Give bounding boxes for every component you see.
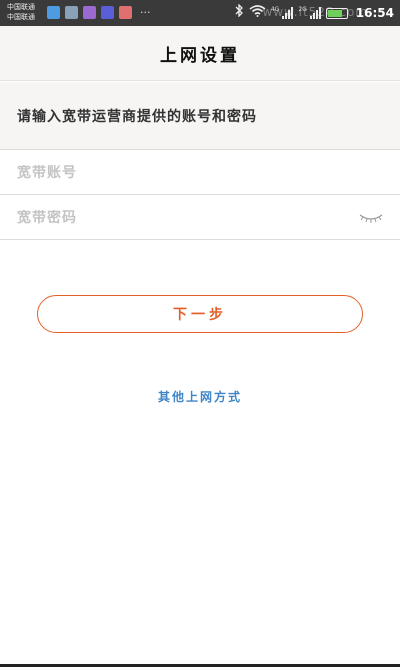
store-app-icon: [119, 6, 132, 19]
signal-1-icon: [282, 7, 294, 19]
status-bar: 中国联通 中国联通 ··· www.it528.com 4G 2G 16:54: [0, 0, 400, 26]
page-title: 上网设置: [160, 45, 240, 66]
signal-1-tag: 4G: [270, 5, 280, 13]
gallery-app-icon: [65, 6, 78, 19]
other-connection-methods-link[interactable]: 其他上网方式: [0, 388, 400, 405]
next-step-button[interactable]: 下一步: [37, 295, 363, 333]
instruction-panel: 请输入宽带运营商提供的账号和密码: [0, 82, 400, 150]
account-field-row: [0, 151, 400, 195]
instruction-text: 请输入宽带运营商提供的账号和密码: [17, 108, 257, 125]
carrier-1-label: 中国联通: [7, 3, 35, 11]
link-app-icon: [101, 6, 114, 19]
password-field-row: [0, 196, 400, 240]
signal-2-tag: 2G: [298, 5, 307, 13]
broadband-password-input[interactable]: [17, 209, 337, 226]
header: 上网设置: [0, 26, 400, 81]
status-time: 16:54: [355, 6, 394, 20]
status-indicators: 4G 2G 16:54: [235, 3, 394, 22]
signal-2-icon: [309, 7, 321, 19]
weather-app-icon: [47, 6, 60, 19]
messenger-app-icon: [83, 6, 96, 19]
notification-icons: ···: [47, 6, 151, 19]
carrier-2-label: 中国联通: [7, 13, 35, 21]
wifi-icon: [249, 4, 266, 22]
eye-closed-icon[interactable]: [358, 210, 384, 224]
bluetooth-icon: [235, 3, 244, 22]
broadband-account-input[interactable]: [17, 164, 337, 181]
battery-icon: [325, 7, 348, 19]
carrier-labels: 中国联通 中国联通: [7, 2, 35, 22]
more-notifications-icon: ···: [140, 6, 151, 19]
